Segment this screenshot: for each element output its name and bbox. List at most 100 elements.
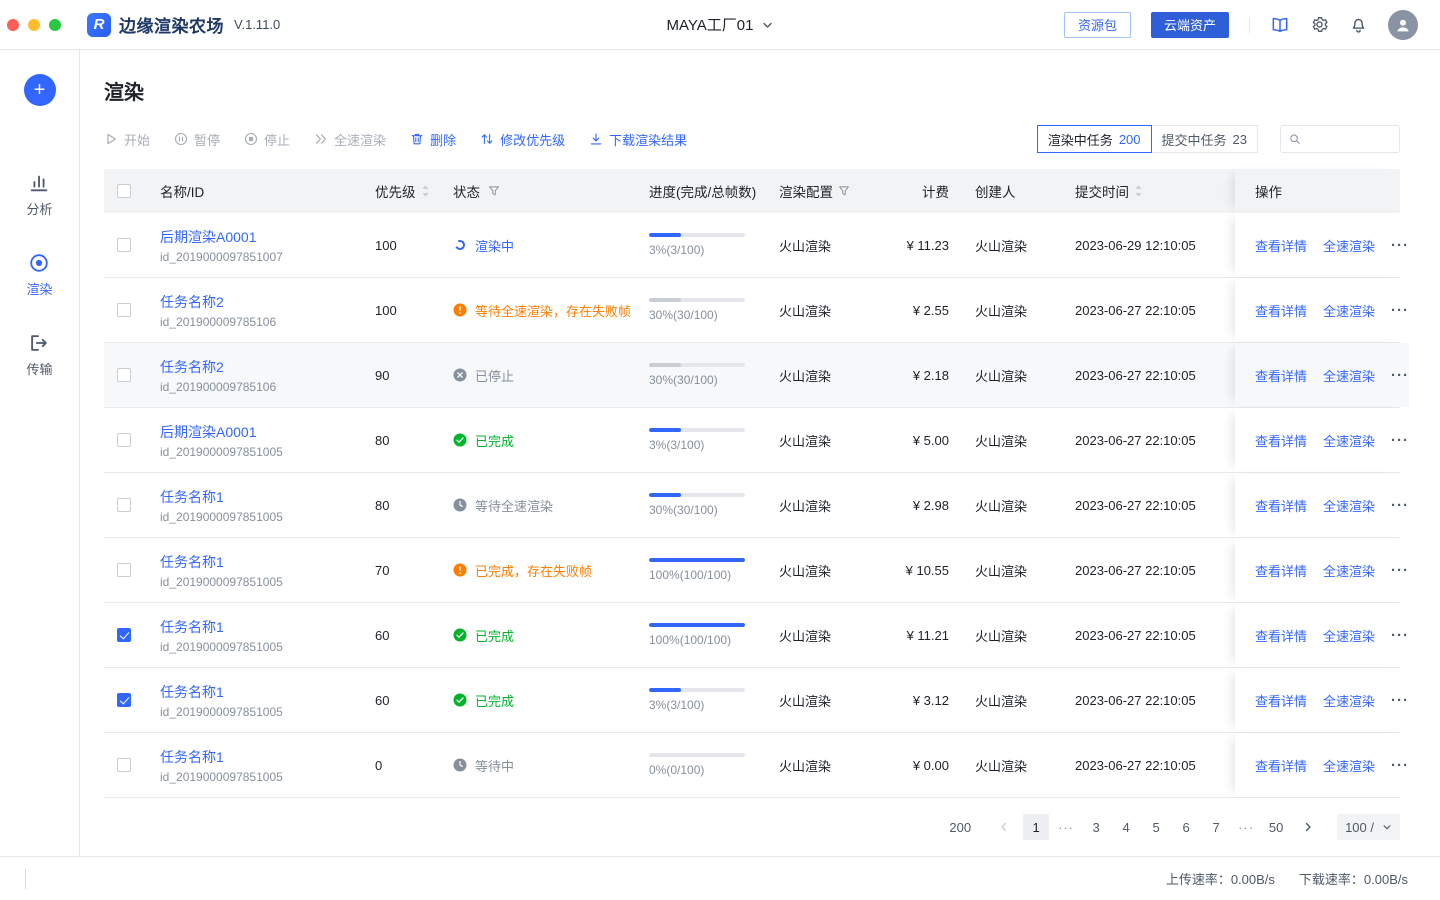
window-close-button[interactable] [7,19,19,31]
upload-rate: 上传速率：0.00B/s [1166,869,1275,888]
page-button-5[interactable]: 5 [1143,814,1169,840]
task-name-link[interactable]: 任务名称2 [160,292,224,312]
task-name-link[interactable]: 任务名称1 [160,552,224,572]
more-actions-icon[interactable] [1391,693,1409,708]
sidebar-item-render[interactable]: 渲染 [26,252,52,298]
stop-button-label: 停止 [264,130,290,149]
pause-button[interactable]: 暂停 [174,130,220,149]
task-name-link[interactable]: 任务名称1 [160,682,224,702]
config-filter-icon[interactable] [838,185,850,197]
row-checkbox[interactable] [117,758,131,772]
more-actions-icon[interactable] [1391,628,1409,643]
task-name-link[interactable]: 后期渲染A0001 [160,422,256,442]
full-speed-render-button[interactable]: 全速渲染 [314,130,386,149]
more-actions-icon[interactable] [1391,498,1409,513]
more-actions-icon[interactable] [1391,303,1409,318]
sidebar-item-transfer[interactable]: 传输 [26,332,52,378]
action-view-detail[interactable]: 查看详情 [1255,236,1307,255]
table-row[interactable]: 任务名称1 id_2019000097851005 70 已完成，存在失败帧 1… [104,538,1400,603]
new-task-button[interactable] [24,74,56,106]
action-view-detail[interactable]: 查看详情 [1255,496,1307,515]
start-button[interactable]: 开始 [104,130,150,149]
download-results-button[interactable]: 下载渲染结果 [589,130,687,149]
priority-sort-icon[interactable] [421,184,430,198]
table-row[interactable]: 任务名称1 id_2019000097851005 80 等待全速渲染 30%(… [104,473,1400,538]
row-checkbox[interactable] [117,368,131,382]
table-row[interactable]: 任务名称2 id_201900009785106 90 已停止 30%(30/1… [104,343,1400,408]
action-full-speed[interactable]: 全速渲染 [1323,431,1375,450]
page-button-1[interactable]: 1 [1023,814,1049,840]
tab-rendering-tasks[interactable]: 渲染中任务 200 [1037,125,1152,153]
status-text: 已完成 [475,431,514,450]
window-zoom-button[interactable] [49,19,61,31]
row-checkbox[interactable] [117,693,131,707]
task-name-link[interactable]: 任务名称1 [160,617,224,637]
action-view-detail[interactable]: 查看详情 [1255,756,1307,775]
notifications-bell-icon[interactable] [1349,15,1368,34]
docs-book-icon[interactable] [1270,15,1290,35]
user-avatar[interactable] [1388,10,1418,40]
table-row[interactable]: 后期渲染A0001 id_2019000097851007 100 渲染中 3%… [104,213,1400,278]
more-actions-icon[interactable] [1391,433,1409,448]
task-name-link[interactable]: 任务名称1 [160,487,224,507]
action-full-speed[interactable]: 全速渲染 [1323,236,1375,255]
page-size-select[interactable]: 100 / [1337,814,1400,840]
action-view-detail[interactable]: 查看详情 [1255,561,1307,580]
resource-package-button[interactable]: 资源包 [1064,12,1131,38]
action-full-speed[interactable]: 全速渲染 [1323,366,1375,385]
stop-button[interactable]: 停止 [244,130,290,149]
action-view-detail[interactable]: 查看详情 [1255,626,1307,645]
search-box[interactable] [1280,125,1400,153]
action-view-detail[interactable]: 查看详情 [1255,691,1307,710]
time-sort-icon[interactable] [1134,184,1143,198]
table-row[interactable]: 后期渲染A0001 id_2019000097851005 80 已完成 3%(… [104,408,1400,473]
pagination-prev-button[interactable] [991,814,1017,840]
row-checkbox[interactable] [117,563,131,577]
action-view-detail[interactable]: 查看详情 [1255,366,1307,385]
more-actions-icon[interactable] [1391,563,1409,578]
task-config: 火山渲染 [763,733,881,797]
action-view-detail[interactable]: 查看详情 [1255,431,1307,450]
table-row[interactable]: 任务名称2 id_201900009785106 100 等待全速渲染，存在失败… [104,278,1400,343]
search-input[interactable] [1307,132,1391,147]
factory-selector[interactable]: MAYA工厂01 [667,14,774,35]
select-all-checkbox[interactable] [117,184,131,198]
settings-gear-icon[interactable] [1310,15,1329,34]
status-filter-icon[interactable] [488,185,500,197]
row-checkbox[interactable] [117,498,131,512]
more-actions-icon[interactable] [1391,758,1409,773]
page-button-7[interactable]: 7 [1203,814,1229,840]
row-checkbox[interactable] [117,433,131,447]
page-button-3[interactable]: 3 [1083,814,1109,840]
more-actions-icon[interactable] [1391,238,1409,253]
table-row[interactable]: 任务名称1 id_2019000097851005 60 已完成 100%(10… [104,603,1400,668]
table-row[interactable]: 任务名称1 id_2019000097851005 0 等待中 0%(0/100… [104,733,1400,798]
sidebar-item-analysis[interactable]: 分析 [26,172,52,218]
action-full-speed[interactable]: 全速渲染 [1323,691,1375,710]
more-actions-icon[interactable] [1391,368,1409,383]
action-view-detail[interactable]: 查看详情 [1255,301,1307,320]
window-minimize-button[interactable] [28,19,40,31]
status-text: 已完成，存在失败帧 [475,561,592,580]
action-full-speed[interactable]: 全速渲染 [1323,561,1375,580]
table-row[interactable]: 任务名称1 id_2019000097851005 60 已完成 3%(3/10… [104,668,1400,733]
pagination-next-button[interactable] [1295,814,1321,840]
task-name-link[interactable]: 任务名称1 [160,747,224,767]
tab-submitting-tasks[interactable]: 提交中任务 23 [1151,125,1258,153]
cloud-asset-button[interactable]: 云端资产 [1151,12,1229,38]
page-button-4[interactable]: 4 [1113,814,1139,840]
action-full-speed[interactable]: 全速渲染 [1323,626,1375,645]
row-checkbox[interactable] [117,628,131,642]
row-checkbox[interactable] [117,238,131,252]
row-checkbox[interactable] [117,303,131,317]
page-button-50[interactable]: 50 [1263,814,1289,840]
action-full-speed[interactable]: 全速渲染 [1323,756,1375,775]
delete-button[interactable]: 删除 [410,130,456,149]
action-full-speed[interactable]: 全速渲染 [1323,496,1375,515]
task-time: 2023-06-27 22:10:05 [1059,473,1235,537]
page-button-6[interactable]: 6 [1173,814,1199,840]
modify-priority-button[interactable]: 修改优先级 [480,130,565,149]
task-name-link[interactable]: 后期渲染A0001 [160,227,256,247]
task-name-link[interactable]: 任务名称2 [160,357,224,377]
action-full-speed[interactable]: 全速渲染 [1323,301,1375,320]
